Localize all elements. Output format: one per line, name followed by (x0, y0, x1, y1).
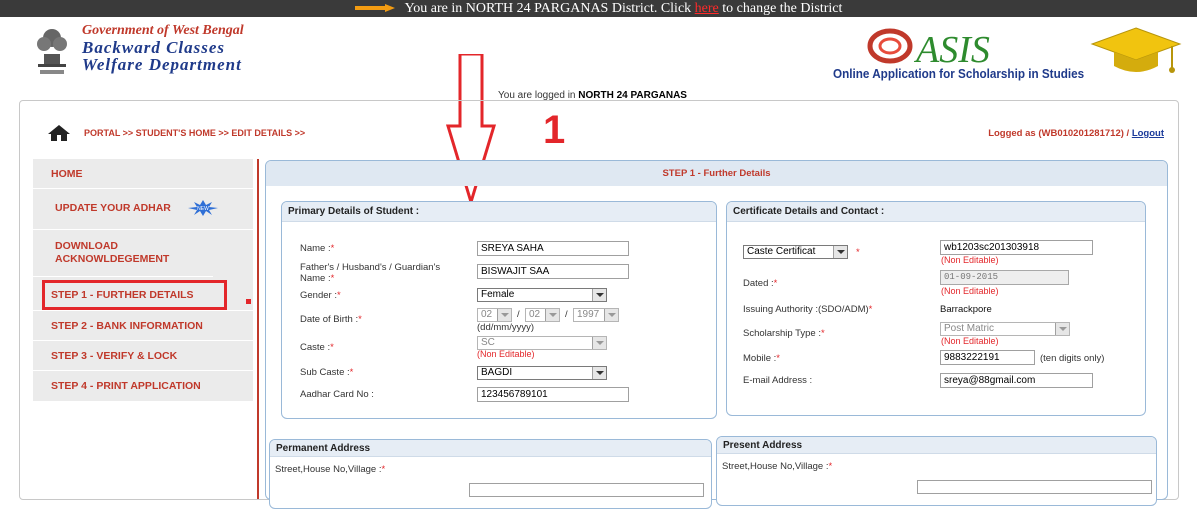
aadhar-input[interactable]: 123456789101 (477, 387, 629, 402)
dob-sep-1: / (517, 309, 520, 320)
sidebar-item-step4[interactable]: STEP 4 - PRINT APPLICATION (33, 371, 253, 401)
cert-required-mark: * (856, 247, 860, 258)
sidebar-divider (257, 159, 259, 499)
banner-suffix: to change the District (718, 1, 843, 16)
step-title: STEP 1 - Further Details (266, 161, 1167, 186)
chevron-down-icon (604, 309, 618, 321)
dob-day-select[interactable]: 02 (477, 308, 512, 322)
new-badge-icon: NEW (188, 200, 218, 216)
sidebar-item-update-adhar[interactable]: UPDATE YOUR ADHAR (33, 189, 253, 230)
authority-value: Barrackpore (940, 304, 992, 315)
dob-month-select[interactable]: 02 (525, 308, 560, 322)
logout-link[interactable]: Logout (1132, 128, 1164, 139)
dob-label: Date of Birth :* (300, 314, 362, 325)
dob-format-hint: (dd/mm/yyyy) (477, 322, 534, 333)
scholarship-label: Scholarship Type :* (743, 328, 825, 339)
permanent-address-title: Permanent Address (270, 440, 711, 457)
user-status: Logged as (WB010201281712) / Logout (988, 128, 1164, 139)
father-label: Father's / Husband's / Guardian's Name :* (300, 262, 441, 284)
department-title: Government of West Bengal Backward Class… (82, 22, 244, 73)
gov-line-3: Welfare Department (82, 55, 242, 74)
certificate-title: Certificate Details and Contact : (727, 202, 1145, 222)
email-input[interactable]: sreya@88gmail.com (940, 373, 1093, 388)
permanent-street-input[interactable] (469, 483, 704, 497)
name-label: Name :* (300, 243, 335, 254)
gender-label: Gender :* (300, 290, 341, 301)
sidebar-item-step3[interactable]: STEP 3 - VERIFY & LOCK (33, 341, 253, 371)
state-emblem-icon (37, 29, 67, 74)
logo-text: ASIS (913, 29, 990, 68)
chevron-down-icon (1055, 323, 1069, 335)
name-input[interactable]: SREYA SAHA (477, 241, 629, 256)
sidebar-item-label: STEP 2 - BANK INFORMATION (51, 320, 203, 332)
mobile-hint: (ten digits only) (1040, 353, 1105, 364)
present-address-title: Present Address (717, 437, 1156, 454)
primary-details-title: Primary Details of Student : (282, 202, 716, 222)
subcaste-label: Sub Caste :* (300, 367, 354, 378)
highlight-box (42, 280, 227, 310)
present-street-label: Street,House No,Village :* (722, 461, 833, 472)
scholarship-note: (Non Editable) (941, 336, 999, 346)
chevron-down-icon (592, 337, 606, 349)
certificate-number-input: wb1203sc201303918 (940, 240, 1093, 255)
sidebar-item-label: DOWNLOAD ACKNOWLDEGEMENT (55, 240, 170, 265)
gender-select[interactable]: Female (477, 288, 607, 302)
home-icon[interactable] (47, 124, 71, 142)
caste-select: SC (477, 336, 607, 350)
authority-label: Issuing Authority :(SDO/ADM)* (743, 304, 873, 315)
sidebar-item-download-ack[interactable]: DOWNLOAD ACKNOWLDEGEMENT (33, 230, 213, 277)
chevron-down-icon (545, 309, 559, 321)
sidebar-item-label: STEP 3 - VERIFY & LOCK (51, 350, 178, 362)
annotation-number: 1 (543, 108, 566, 152)
orange-arrow-icon (354, 3, 395, 12)
certificate-type-select[interactable]: Caste Certificat (743, 245, 848, 259)
scholarship-select: Post Matric (940, 322, 1070, 336)
mobile-label: Mobile :* (743, 353, 780, 364)
logged-as-text: Logged as (WB010201281712) / (988, 128, 1130, 139)
sidebar-item-label: STEP 4 - PRINT APPLICATION (51, 380, 201, 392)
cert-no-note: (Non Editable) (941, 255, 999, 265)
district-banner: You are in NORTH 24 PARGANAS District. C… (0, 0, 1197, 17)
caste-note: (Non Editable) (477, 349, 535, 359)
chevron-down-icon (592, 367, 606, 379)
dated-input: 01-09-2015 (940, 270, 1069, 285)
dob-year-select[interactable]: 1997 (573, 308, 619, 322)
email-label: E-mail Address : (743, 375, 813, 386)
father-name-input[interactable]: BISWAJIT SAA (477, 264, 629, 279)
sidebar-item-step2[interactable]: STEP 2 - BANK INFORMATION (33, 311, 253, 341)
dated-label: Dated :* (743, 278, 778, 289)
aadhar-label: Aadhar Card No : (300, 389, 374, 400)
banner-text: You are in NORTH 24 PARGANAS District. C… (404, 1, 695, 16)
chevron-down-icon (592, 289, 606, 301)
subcaste-select[interactable]: BAGDI (477, 366, 607, 380)
dated-note: (Non Editable) (941, 286, 999, 296)
sidebar-item-label: HOME (51, 168, 83, 180)
permanent-street-label: Street,House No,Village :* (275, 464, 386, 475)
dob-sep-2: / (565, 309, 568, 320)
gov-line-2: Backward Classes (82, 38, 226, 57)
breadcrumb[interactable]: PORTAL >> STUDENT'S HOME >> EDIT DETAILS… (84, 128, 305, 138)
mobile-input[interactable]: 9883222191 (940, 350, 1035, 365)
graduation-cap-icon (1090, 27, 1182, 73)
new-badge-text: NEW (197, 206, 209, 212)
oasis-logo: ASIS (867, 28, 990, 68)
chevron-down-icon (497, 309, 511, 321)
highlight-dot (246, 299, 251, 304)
gov-line-1: Government of West Bengal (82, 23, 244, 38)
change-district-link[interactable]: here (695, 1, 719, 16)
logo-subtitle: Online Application for Scholarship in St… (833, 66, 1085, 81)
sidebar-item-label: UPDATE YOUR ADHAR (55, 202, 171, 214)
chevron-down-icon (833, 246, 847, 258)
caste-label: Caste :* (300, 342, 334, 353)
sidebar-item-home[interactable]: HOME (33, 159, 253, 189)
